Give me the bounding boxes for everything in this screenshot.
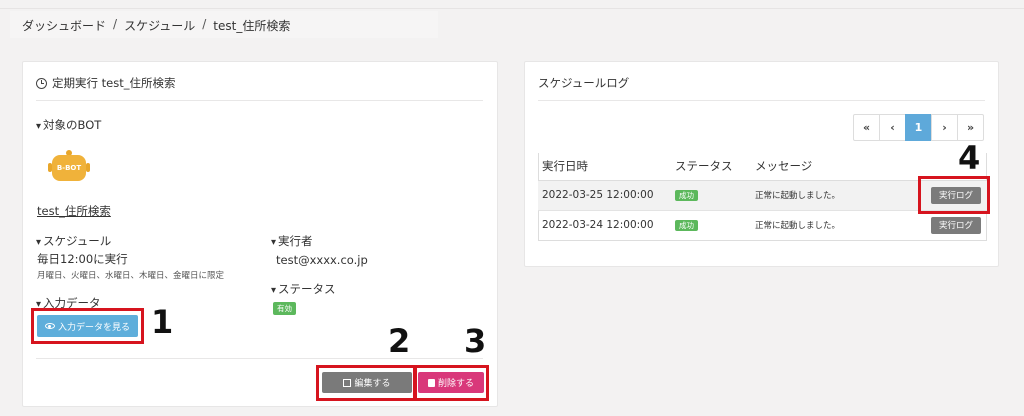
schedule-detail-title: 定期実行 test_住所検索 (36, 75, 176, 91)
pagination-prev[interactable]: ‹ (879, 114, 906, 141)
breadcrumb-current: test_住所検索 (213, 19, 291, 33)
bot-icon-label: B-BOT (52, 155, 86, 181)
status-heading: ステータス (271, 281, 336, 297)
divider (538, 100, 985, 101)
highlight-box-1 (31, 308, 144, 344)
row-datetime: 2022-03-24 12:00:00 (538, 209, 671, 240)
schedule-heading: スケジュール (36, 233, 111, 249)
pagination-first[interactable]: « (853, 114, 880, 141)
pagination: « ‹ 1 › » (853, 114, 984, 141)
row-action: 実行ログ (917, 209, 987, 240)
pagination-next[interactable]: › (931, 114, 958, 141)
pagination-last[interactable]: » (957, 114, 984, 141)
row-datetime: 2022-03-25 12:00:00 (538, 179, 671, 210)
top-divider (0, 8, 1024, 9)
bot-icon: B-BOT (48, 150, 90, 184)
breadcrumb-separator: / (113, 17, 118, 31)
schedule-note: 月曜日、火曜日、水曜日、木曜日、金曜日に限定 (37, 271, 225, 281)
annotation-number-3: 3 (464, 322, 487, 360)
column-message: メッセージ (751, 153, 917, 181)
row-status: 成功 (671, 209, 751, 240)
breadcrumb-separator: / (202, 17, 207, 31)
status-badge: 有効 (273, 302, 296, 315)
executor-value: test@xxxx.co.jp (276, 253, 368, 267)
status-badge: 成功 (675, 220, 698, 232)
bot-name-link[interactable]: test_住所検索 (37, 203, 111, 219)
schedule-value: 毎日12:00に実行 (37, 252, 128, 266)
breadcrumb-dashboard[interactable]: ダッシュボード (22, 17, 106, 34)
breadcrumb: ダッシュボード / スケジュール / test_住所検索 (22, 17, 290, 34)
annotation-number-2: 2 (388, 322, 411, 360)
execution-log-button[interactable]: 実行ログ (931, 216, 981, 234)
breadcrumb-schedule[interactable]: スケジュール (124, 17, 195, 34)
row-message: 正常に起動しました。 (751, 209, 917, 240)
table-row: 2022-03-24 12:00:00 成功 正常に起動しました。 実行ログ (538, 209, 987, 240)
row-message: 正常に起動しました。 (751, 179, 917, 210)
divider (36, 100, 483, 101)
annotation-number-1: 1 (151, 303, 174, 341)
highlight-box-2 (316, 365, 417, 401)
divider (36, 358, 483, 359)
annotation-number-4: 4 (958, 139, 981, 177)
schedule-log-title: スケジュールログ (538, 76, 630, 90)
schedule-detail-title-text: 定期実行 test_住所検索 (52, 76, 176, 90)
column-datetime: 実行日時 (538, 153, 671, 181)
pagination-page-1[interactable]: 1 (905, 114, 932, 141)
highlight-box-4 (918, 176, 990, 214)
clock-icon (36, 77, 47, 89)
highlight-box-3 (413, 365, 489, 401)
status-badge: 成功 (675, 190, 698, 201)
row-status: 成功 (671, 179, 751, 210)
target-bot-heading: 対象のBOT (36, 117, 101, 133)
column-status: ステータス (671, 153, 751, 181)
executor-heading: 実行者 (271, 233, 313, 249)
